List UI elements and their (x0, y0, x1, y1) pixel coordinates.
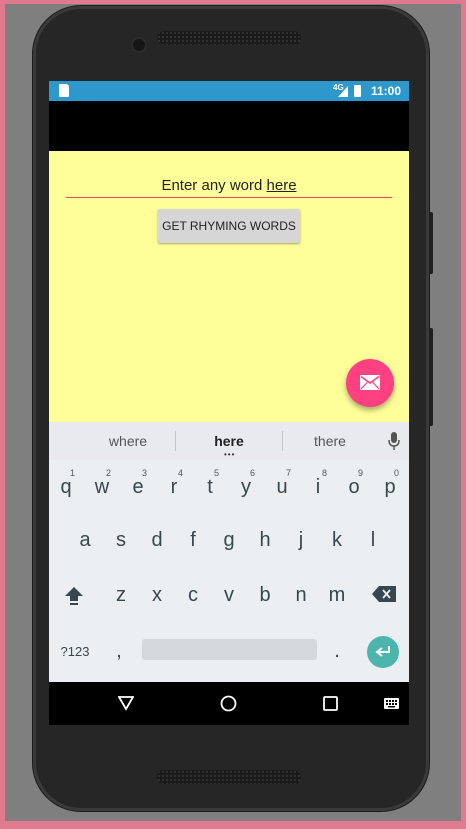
microphone-icon[interactable] (388, 431, 400, 451)
suggestion-divider (175, 431, 176, 451)
word-input-text: Enter any word (161, 177, 267, 194)
key-hint-6: 6 (250, 468, 256, 478)
spacebar[interactable] (142, 639, 317, 660)
key-hint-2: 2 (106, 468, 112, 478)
key-hint-7: 7 (286, 468, 292, 478)
bottom-speaker (157, 770, 301, 784)
back-triangle-icon[interactable] (118, 695, 134, 711)
key-x[interactable]: x (145, 584, 169, 607)
email-fab-button[interactable] (346, 359, 394, 407)
key-l[interactable]: l (361, 529, 385, 552)
period-key[interactable]: . (327, 640, 347, 663)
comma-key[interactable]: , (109, 640, 129, 663)
key-w[interactable]: w (90, 476, 114, 499)
more-suggestions-dots: ••• (224, 450, 236, 459)
suggestion-strip: where here ••• there (49, 422, 409, 460)
get-rhyming-words-button[interactable]: GET RHYMING WORDS (158, 209, 300, 243)
key-c[interactable]: c (181, 584, 205, 607)
key-b[interactable]: b (253, 584, 277, 607)
shift-icon[interactable] (64, 586, 84, 606)
key-f[interactable]: f (181, 529, 205, 552)
device-screen: 4G 11:00 Enter any word here GET RHYMING… (49, 81, 409, 725)
sd-card-icon (59, 84, 69, 97)
word-input-underlined: here (266, 177, 297, 194)
key-i[interactable]: i (306, 476, 330, 499)
power-button (429, 328, 433, 426)
front-camera (133, 39, 145, 51)
suggestion-here[interactable]: here (194, 433, 264, 449)
volume-button (429, 212, 433, 274)
key-hint-5: 5 (214, 468, 220, 478)
key-hint-1: 1 (70, 468, 76, 478)
key-hint-8: 8 (322, 468, 328, 478)
key-d[interactable]: d (145, 529, 169, 552)
suggestion-divider (282, 431, 283, 451)
signal-icon (338, 86, 348, 97)
key-hint-0: 0 (394, 468, 400, 478)
key-h[interactable]: h (253, 529, 277, 552)
enter-key[interactable] (367, 636, 399, 668)
key-g[interactable]: g (217, 529, 241, 552)
email-icon (360, 375, 380, 390)
key-p[interactable]: p (378, 476, 402, 499)
key-u[interactable]: u (270, 476, 294, 499)
backspace-icon[interactable] (372, 586, 396, 602)
recents-square-icon[interactable] (323, 696, 338, 711)
key-hint-3: 3 (142, 468, 148, 478)
app-bar (49, 101, 409, 151)
word-input[interactable]: Enter any word here (66, 175, 392, 198)
battery-icon (354, 85, 361, 97)
key-z[interactable]: z (109, 584, 133, 607)
key-r[interactable]: r (162, 476, 186, 499)
key-n[interactable]: n (289, 584, 313, 607)
key-e[interactable]: e (126, 476, 150, 499)
key-q[interactable]: q (54, 476, 78, 499)
key-hint-4: 4 (178, 468, 184, 478)
key-y[interactable]: y (234, 476, 258, 499)
key-hint-9: 9 (358, 468, 364, 478)
home-circle-icon[interactable] (220, 695, 237, 712)
key-j[interactable]: j (289, 529, 313, 552)
key-m[interactable]: m (325, 584, 349, 607)
navigation-bar (49, 682, 409, 725)
key-s[interactable]: s (109, 529, 133, 552)
suggestion-where[interactable]: where (93, 433, 163, 449)
status-bar: 4G 11:00 (49, 81, 409, 101)
enter-icon (375, 646, 390, 657)
key-t[interactable]: t (198, 476, 222, 499)
keyboard-icon[interactable] (384, 698, 399, 709)
key-a[interactable]: a (73, 529, 97, 552)
suggestion-there[interactable]: there (295, 433, 365, 449)
key-k[interactable]: k (325, 529, 349, 552)
soft-keyboard: where here ••• there q1 w2 e3 r4 t5 y6 u7 i8 o9 p… (49, 422, 409, 682)
top-speaker (157, 31, 301, 45)
main-content: Enter any word here GET RHYMING WORDS (49, 151, 409, 422)
status-time: 11:00 (371, 84, 402, 98)
symbols-key[interactable]: ?123 (55, 644, 95, 659)
key-o[interactable]: o (342, 476, 366, 499)
key-v[interactable]: v (217, 584, 241, 607)
